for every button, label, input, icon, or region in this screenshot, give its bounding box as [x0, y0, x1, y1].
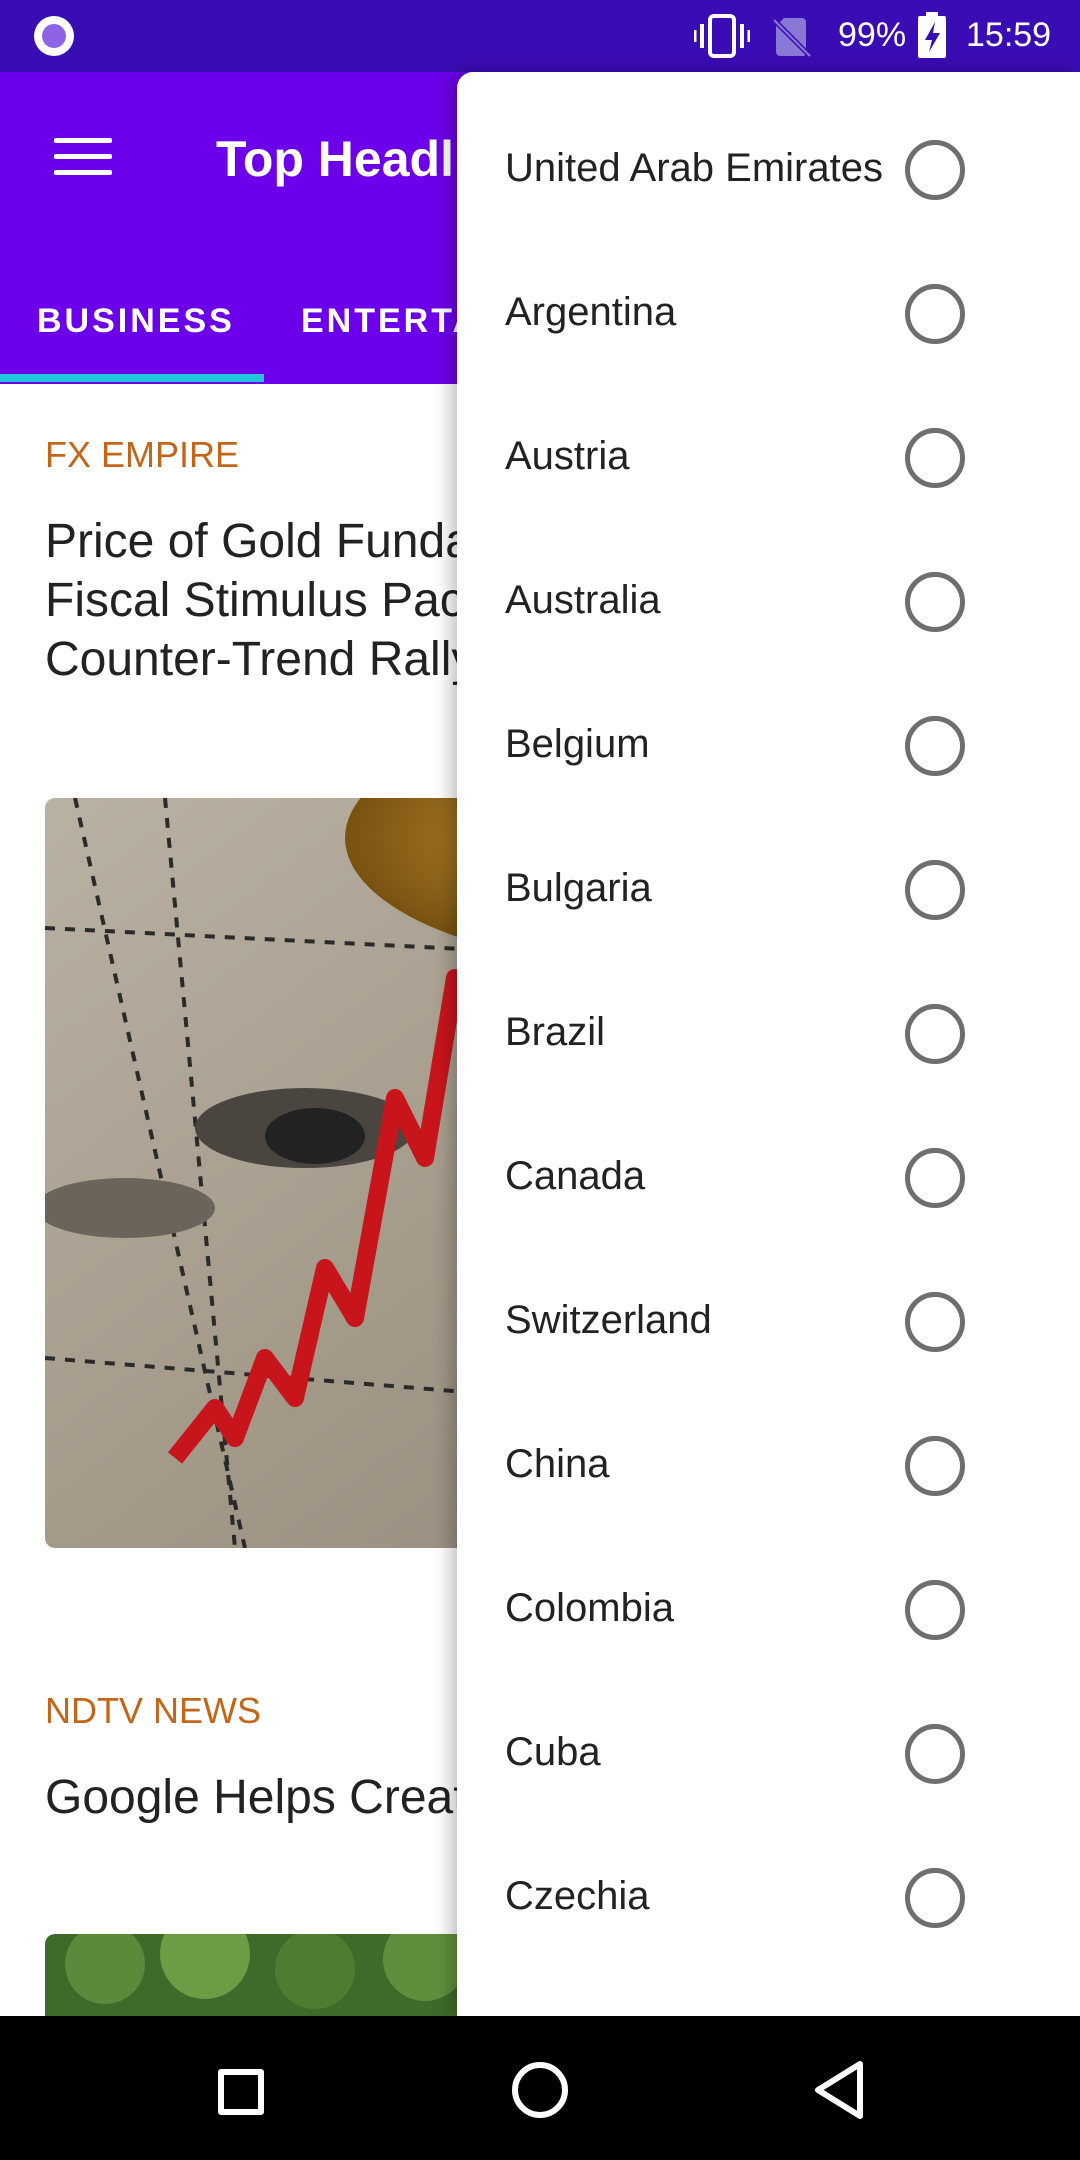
- radio-button[interactable]: [905, 1148, 965, 1208]
- recents-icon[interactable]: [218, 2069, 264, 2115]
- system-nav-bar: [0, 2016, 1080, 2160]
- status-bar: 99% 15:59: [0, 0, 1080, 72]
- country-item-austria[interactable]: Austria: [457, 386, 1080, 530]
- country-item-brazil[interactable]: Brazil: [457, 962, 1080, 1106]
- clock: 15:59: [966, 16, 1052, 54]
- home-icon[interactable]: [512, 2062, 568, 2118]
- radio-button[interactable]: [905, 284, 965, 344]
- country-label: Bulgaria: [505, 866, 652, 910]
- hamburger-menu-icon[interactable]: [54, 134, 114, 178]
- country-label: China: [505, 1442, 610, 1486]
- country-label: Argentina: [505, 290, 677, 334]
- country-item-canada[interactable]: Canada: [457, 1106, 1080, 1250]
- article-source: FX EMPIRE: [45, 434, 240, 475]
- radio-button[interactable]: [905, 1436, 965, 1496]
- radio-button[interactable]: [905, 716, 965, 776]
- tab-business[interactable]: BUSINESS: [37, 302, 235, 341]
- country-label: Australia: [505, 578, 661, 622]
- article-source: NDTV NEWS: [45, 1690, 261, 1731]
- country-label: Belgium: [505, 722, 650, 766]
- radio-button[interactable]: [905, 1580, 965, 1640]
- radio-button[interactable]: [905, 428, 965, 488]
- radio-button[interactable]: [905, 572, 965, 632]
- country-drawer[interactable]: United Arab Emirates Argentina Austria A…: [457, 72, 1080, 2016]
- radio-button[interactable]: [905, 860, 965, 920]
- country-item-colombia[interactable]: Colombia: [457, 1538, 1080, 1682]
- country-item-australia[interactable]: Australia: [457, 530, 1080, 674]
- battery-percent: 99%: [838, 16, 907, 54]
- country-label: Czechia: [505, 1874, 650, 1918]
- country-item-belgium[interactable]: Belgium: [457, 674, 1080, 818]
- country-label: Colombia: [505, 1586, 674, 1630]
- radio-button[interactable]: [905, 140, 965, 200]
- battery-charging-icon: [918, 12, 946, 58]
- radio-button[interactable]: [905, 1868, 965, 1928]
- country-label: Austria: [505, 434, 630, 478]
- no-sim-icon: [772, 18, 812, 58]
- country-label: United Arab Emirates: [505, 146, 883, 190]
- country-item-china[interactable]: China: [457, 1394, 1080, 1538]
- country-item-switzerland[interactable]: Switzerland: [457, 1250, 1080, 1394]
- radio-button[interactable]: [905, 1004, 965, 1064]
- country-label: Switzerland: [505, 1298, 712, 1342]
- vibrate-icon: [694, 14, 750, 58]
- country-item-czechia[interactable]: Czechia: [457, 1826, 1080, 1970]
- country-item-bulgaria[interactable]: Bulgaria: [457, 818, 1080, 962]
- country-item-cuba[interactable]: Cuba: [457, 1682, 1080, 1826]
- country-item-argentina[interactable]: Argentina: [457, 242, 1080, 386]
- radio-button[interactable]: [905, 1292, 965, 1352]
- radio-button[interactable]: [905, 1724, 965, 1784]
- country-item-united-arab-emirates[interactable]: United Arab Emirates: [457, 98, 1080, 242]
- country-label: Cuba: [505, 1730, 601, 1774]
- country-label: Canada: [505, 1154, 646, 1198]
- selected-tab-indicator: [0, 374, 264, 382]
- country-label: Brazil: [505, 1010, 606, 1054]
- app-notification-icon: [34, 16, 74, 56]
- back-icon[interactable]: [812, 2060, 866, 2120]
